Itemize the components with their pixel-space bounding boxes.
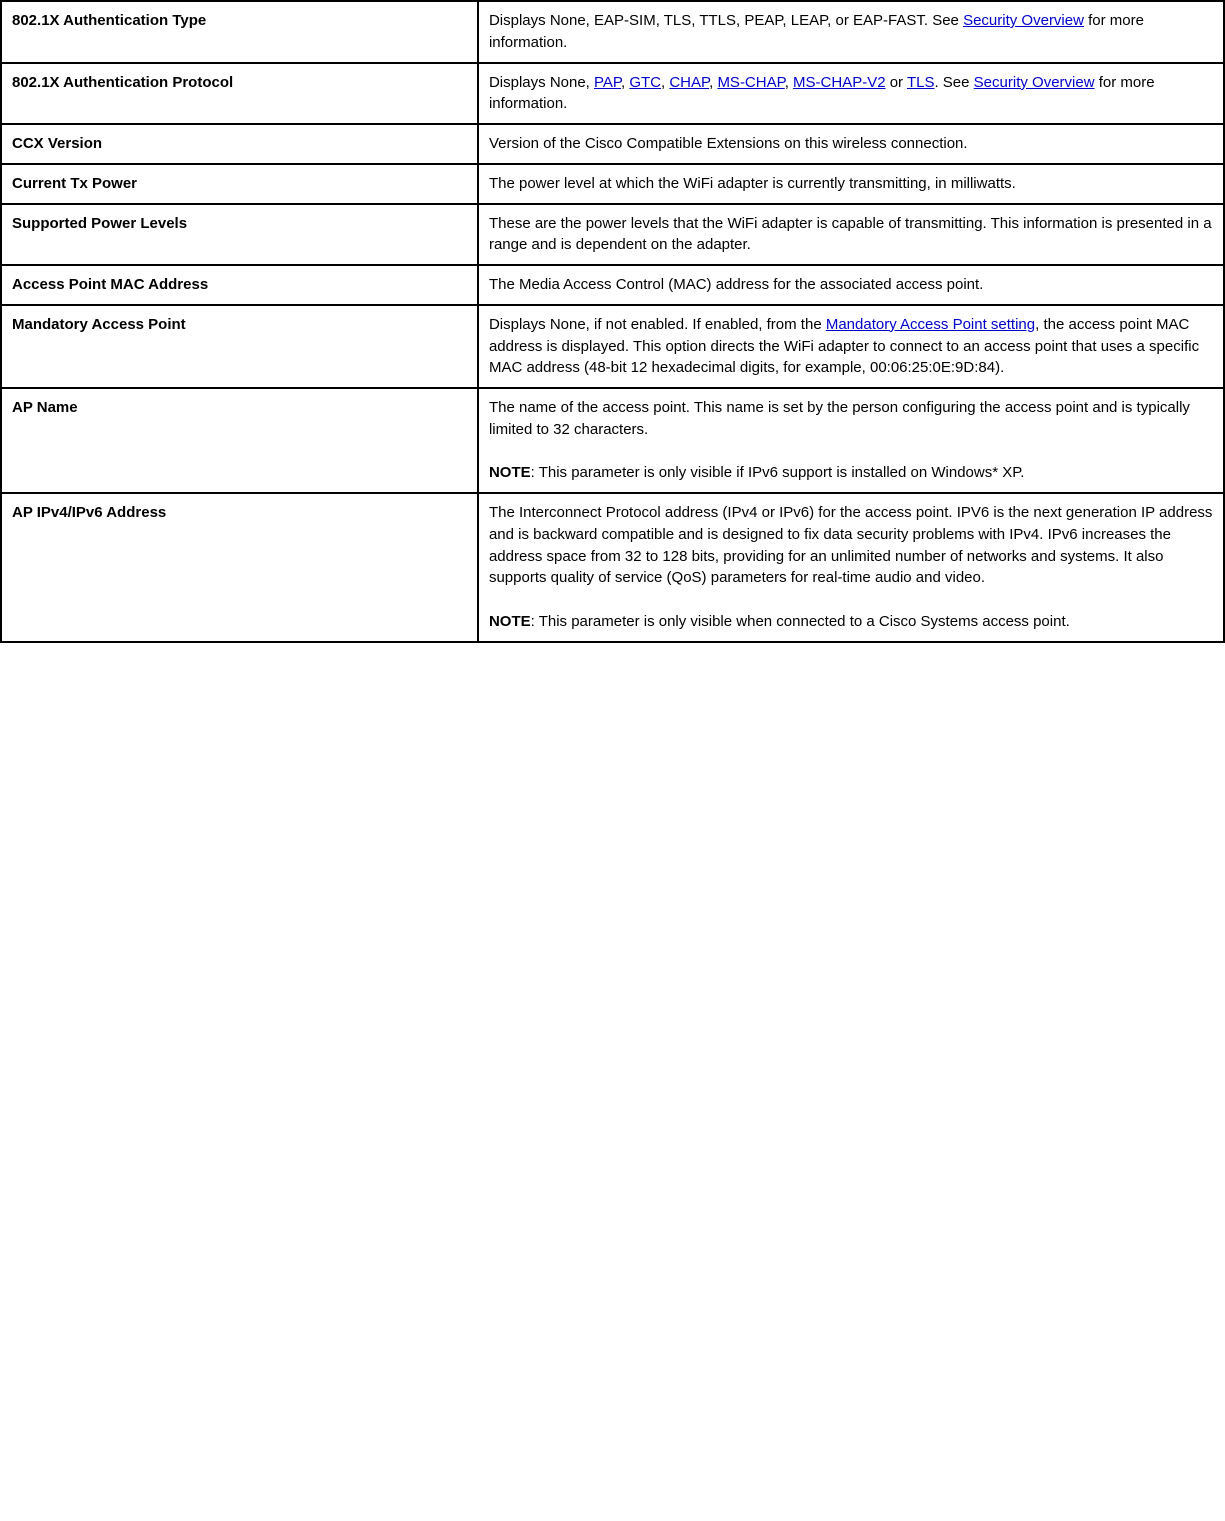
label-cell-auth-protocol: 802.1X Authentication Protocol [1, 63, 478, 125]
desc-cell-auth-type: Displays None, EAP-SIM, TLS, TTLS, PEAP,… [478, 1, 1224, 63]
table-row-auth-protocol: 802.1X Authentication ProtocolDisplays N… [1, 63, 1224, 125]
label-cell-ap-name: AP Name [1, 388, 478, 493]
label-cell-current-tx-power: Current Tx Power [1, 164, 478, 204]
label-cell-ap-ipv4-ipv6: AP IPv4/IPv6 Address [1, 493, 478, 642]
desc-cell-ap-name: The name of the access point. This name … [478, 388, 1224, 493]
link-auth-protocol[interactable]: Security Overview [974, 74, 1095, 91]
table-row-access-point-mac: Access Point MAC AddressThe Media Access… [1, 265, 1224, 305]
label-cell-access-point-mac: Access Point MAC Address [1, 265, 478, 305]
table-row-supported-power-levels: Supported Power LevelsThese are the powe… [1, 204, 1224, 266]
link-auth-protocol[interactable]: TLS [907, 74, 935, 91]
link-auth-protocol[interactable]: PAP [594, 74, 621, 91]
table-row-current-tx-power: Current Tx PowerThe power level at which… [1, 164, 1224, 204]
link-auth-protocol[interactable]: MS-CHAP [717, 74, 784, 91]
desc-cell-mandatory-access-point: Displays None, if not enabled. If enable… [478, 305, 1224, 388]
table-row-ap-ipv4-ipv6: AP IPv4/IPv6 AddressThe Interconnect Pro… [1, 493, 1224, 642]
desc-cell-auth-protocol: Displays None, PAP, GTC, CHAP, MS-CHAP, … [478, 63, 1224, 125]
info-table: 802.1X Authentication TypeDisplays None,… [0, 0, 1225, 643]
desc-cell-supported-power-levels: These are the power levels that the WiFi… [478, 204, 1224, 266]
table-row-mandatory-access-point: Mandatory Access PointDisplays None, if … [1, 305, 1224, 388]
desc-cell-current-tx-power: The power level at which the WiFi adapte… [478, 164, 1224, 204]
desc-cell-ap-ipv4-ipv6: The Interconnect Protocol address (IPv4 … [478, 493, 1224, 642]
link-auth-protocol[interactable]: CHAP [669, 74, 709, 91]
table-row-ccx-version: CCX VersionVersion of the Cisco Compatib… [1, 124, 1224, 164]
link-mandatory-access-point[interactable]: Mandatory Access Point setting [826, 316, 1035, 333]
link-auth-protocol[interactable]: GTC [629, 74, 661, 91]
desc-cell-access-point-mac: The Media Access Control (MAC) address f… [478, 265, 1224, 305]
label-cell-auth-type: 802.1X Authentication Type [1, 1, 478, 63]
label-cell-ccx-version: CCX Version [1, 124, 478, 164]
label-cell-supported-power-levels: Supported Power Levels [1, 204, 478, 266]
link-auth-type[interactable]: Security Overview [963, 12, 1084, 29]
link-auth-protocol[interactable]: MS-CHAP-V2 [793, 74, 886, 91]
table-row-auth-type: 802.1X Authentication TypeDisplays None,… [1, 1, 1224, 63]
table-row-ap-name: AP NameThe name of the access point. Thi… [1, 388, 1224, 493]
label-cell-mandatory-access-point: Mandatory Access Point [1, 305, 478, 388]
desc-cell-ccx-version: Version of the Cisco Compatible Extensio… [478, 124, 1224, 164]
